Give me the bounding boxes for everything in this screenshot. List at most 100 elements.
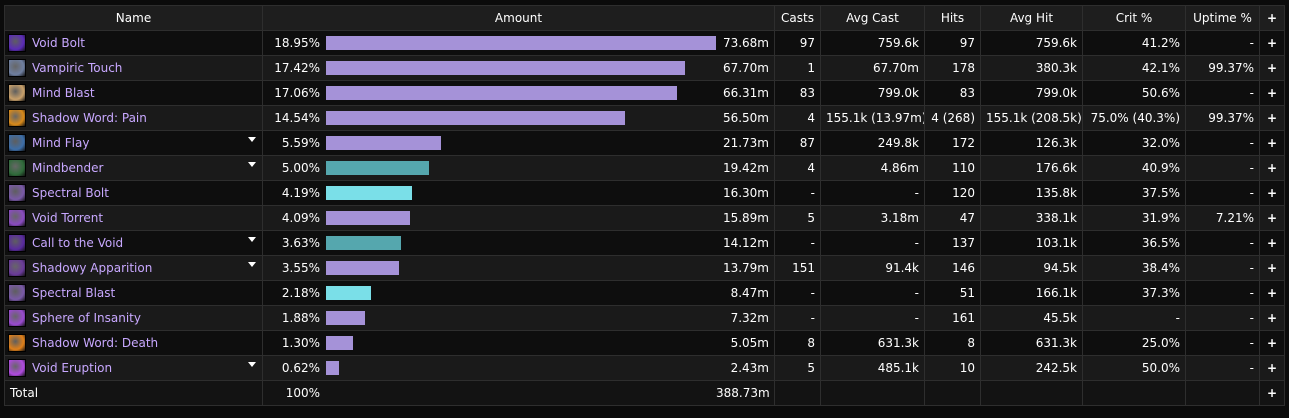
- col-header-hits[interactable]: Hits: [924, 5, 981, 31]
- damage-percent: 3.63%: [281, 236, 320, 250]
- avg-cast-value: -: [820, 230, 925, 256]
- spell-link[interactable]: Spectral Bolt: [32, 186, 109, 200]
- row-expand-button[interactable]: +: [1259, 355, 1285, 381]
- row-expand-button[interactable]: +: [1259, 155, 1285, 181]
- casts-value: 87: [774, 130, 821, 156]
- avg-cast-value: 759.6k: [820, 30, 925, 56]
- chevron-down-icon[interactable]: [248, 262, 256, 267]
- spell-link[interactable]: Spectral Blast: [32, 286, 115, 300]
- damage-percent: 1.88%: [281, 311, 320, 325]
- table-row[interactable]: Mind Blast 17.06% 66.31m 83 799.0k 83 799.0k 50…: [4, 80, 1285, 106]
- spell-link[interactable]: Void Bolt: [32, 36, 85, 50]
- amount-cell: 4.09% 15.89m: [262, 205, 775, 231]
- spell-name-cell[interactable]: Mind Flay: [4, 130, 263, 156]
- row-expand-button[interactable]: +: [1259, 255, 1285, 281]
- spell-name-cell[interactable]: Shadow Word: Pain: [4, 105, 263, 131]
- table-row[interactable]: Mindbender 5.00% 19.42m 4 4.86m 110 176.6k 40.9…: [4, 155, 1285, 181]
- row-expand-button[interactable]: +: [1259, 305, 1285, 331]
- uptime-value: -: [1185, 255, 1260, 281]
- table-row[interactable]: Shadow Word: Death 1.30% 5.05m 8 631.3k 8 631.…: [4, 330, 1285, 356]
- spell-name-cell[interactable]: Spectral Bolt: [4, 180, 263, 206]
- table-row[interactable]: Shadowy Apparition 3.55% 13.79m 151 91.4k 146…: [4, 255, 1285, 281]
- damage-breakdown-table: Name Amount Casts Avg Cast Hits Avg Hit …: [4, 5, 1285, 406]
- table-row[interactable]: Void Eruption 0.62% 2.43m 5 485.1k 10 242.5k 50…: [4, 355, 1285, 381]
- row-expand-button[interactable]: +: [1259, 280, 1285, 306]
- total-expand-button[interactable]: +: [1259, 380, 1285, 406]
- avg-hit-value: 135.8k: [980, 180, 1083, 206]
- spell-name-cell[interactable]: Mindbender: [4, 155, 263, 181]
- avg-hit-value: 94.5k: [980, 255, 1083, 281]
- spell-link[interactable]: Mind Blast: [32, 86, 95, 100]
- call-to-the-void-icon: [8, 234, 26, 252]
- add-column-button[interactable]: +: [1259, 5, 1285, 31]
- chevron-down-icon[interactable]: [248, 237, 256, 242]
- spell-name-cell[interactable]: Sphere of Insanity: [4, 305, 263, 331]
- spell-link[interactable]: Void Eruption: [32, 361, 112, 375]
- spell-link[interactable]: Shadow Word: Pain: [32, 111, 147, 125]
- table-row[interactable]: Shadow Word: Pain 14.54% 56.50m 4 155.1k (13…: [4, 105, 1285, 131]
- table-row[interactable]: Call to the Void 3.63% 14.12m - -137 103.1k 36…: [4, 230, 1285, 256]
- spectral-bolt-icon: [8, 184, 26, 202]
- spell-name-cell[interactable]: Void Bolt: [4, 30, 263, 56]
- chevron-down-icon[interactable]: [248, 162, 256, 167]
- spell-link[interactable]: Vampiric Touch: [32, 61, 122, 75]
- uptime-value: 99.37%: [1185, 55, 1260, 81]
- spell-name-cell[interactable]: Shadowy Apparition: [4, 255, 263, 281]
- spell-link[interactable]: Mindbender: [32, 161, 103, 175]
- table-row[interactable]: Sphere of Insanity 1.88% 7.32m - -161 45.5k - -…: [4, 305, 1285, 331]
- col-header-casts[interactable]: Casts: [774, 5, 821, 31]
- avg-cast-value: 799.0k: [820, 80, 925, 106]
- table-body: Void Bolt 18.95% 73.68m 97 759.6k 97 759.6k 41.…: [4, 30, 1285, 381]
- table-row[interactable]: Void Bolt 18.95% 73.68m 97 759.6k 97 759.6k 41.…: [4, 30, 1285, 56]
- col-header-amount[interactable]: Amount: [262, 5, 775, 31]
- row-expand-button[interactable]: +: [1259, 230, 1285, 256]
- crit-value: 32.0%: [1082, 130, 1186, 156]
- spell-link[interactable]: Shadow Word: Death: [32, 336, 158, 350]
- row-expand-button[interactable]: +: [1259, 330, 1285, 356]
- uptime-value: 7.21%: [1185, 205, 1260, 231]
- damage-percent: 4.19%: [281, 186, 320, 200]
- avg-cast-value: 631.3k: [820, 330, 925, 356]
- spell-link[interactable]: Sphere of Insanity: [32, 311, 141, 325]
- spell-name-cell[interactable]: Call to the Void: [4, 230, 263, 256]
- col-header-avg-hit[interactable]: Avg Hit: [980, 5, 1083, 31]
- col-header-crit[interactable]: Crit %: [1082, 5, 1186, 31]
- spell-name-cell[interactable]: Mind Blast: [4, 80, 263, 106]
- row-expand-button[interactable]: +: [1259, 130, 1285, 156]
- table-row[interactable]: Spectral Blast 2.18% 8.47m - -51 166.1k 37.3% -…: [4, 280, 1285, 306]
- avg-hit-value: 166.1k: [980, 280, 1083, 306]
- table-row[interactable]: Vampiric Touch 17.42% 67.70m 1 67.70m 178 380.…: [4, 55, 1285, 81]
- total-amount-cell: 100% 388.73m: [262, 380, 775, 406]
- amount-cell: 5.59% 21.73m: [262, 130, 775, 156]
- chevron-down-icon[interactable]: [248, 362, 256, 367]
- col-header-name[interactable]: Name: [4, 5, 263, 31]
- row-expand-button[interactable]: +: [1259, 55, 1285, 81]
- casts-value: 5: [774, 355, 821, 381]
- crit-value: 38.4%: [1082, 255, 1186, 281]
- row-expand-button[interactable]: +: [1259, 80, 1285, 106]
- spell-link[interactable]: Call to the Void: [32, 236, 123, 250]
- spell-link[interactable]: Shadowy Apparition: [32, 261, 152, 275]
- row-expand-button[interactable]: +: [1259, 205, 1285, 231]
- crit-value: 25.0%: [1082, 330, 1186, 356]
- amount-cell: 4.19% 16.30m: [262, 180, 775, 206]
- spell-name-cell[interactable]: Vampiric Touch: [4, 55, 263, 81]
- row-expand-button[interactable]: +: [1259, 30, 1285, 56]
- table-row[interactable]: Void Torrent 4.09% 15.89m 5 3.18m 47 338.1k 31.…: [4, 205, 1285, 231]
- row-expand-button[interactable]: +: [1259, 180, 1285, 206]
- avg-hit-value: 126.3k: [980, 130, 1083, 156]
- col-header-avg-cast[interactable]: Avg Cast: [820, 5, 925, 31]
- row-expand-button[interactable]: +: [1259, 105, 1285, 131]
- spell-link[interactable]: Void Torrent: [32, 211, 103, 225]
- table-row[interactable]: Spectral Bolt 4.19% 16.30m - -120 135.8k 37.5%…: [4, 180, 1285, 206]
- spell-link[interactable]: Mind Flay: [32, 136, 89, 150]
- chevron-down-icon[interactable]: [248, 137, 256, 142]
- spell-name-cell[interactable]: Void Torrent: [4, 205, 263, 231]
- crit-value: 50.0%: [1082, 355, 1186, 381]
- casts-value: 4: [774, 105, 821, 131]
- col-header-uptime[interactable]: Uptime %: [1185, 5, 1260, 31]
- spell-name-cell[interactable]: Shadow Word: Death: [4, 330, 263, 356]
- spell-name-cell[interactable]: Void Eruption: [4, 355, 263, 381]
- spell-name-cell[interactable]: Spectral Blast: [4, 280, 263, 306]
- table-row[interactable]: Mind Flay 5.59% 21.73m 87 249.8k 172 126.3k 32.…: [4, 130, 1285, 156]
